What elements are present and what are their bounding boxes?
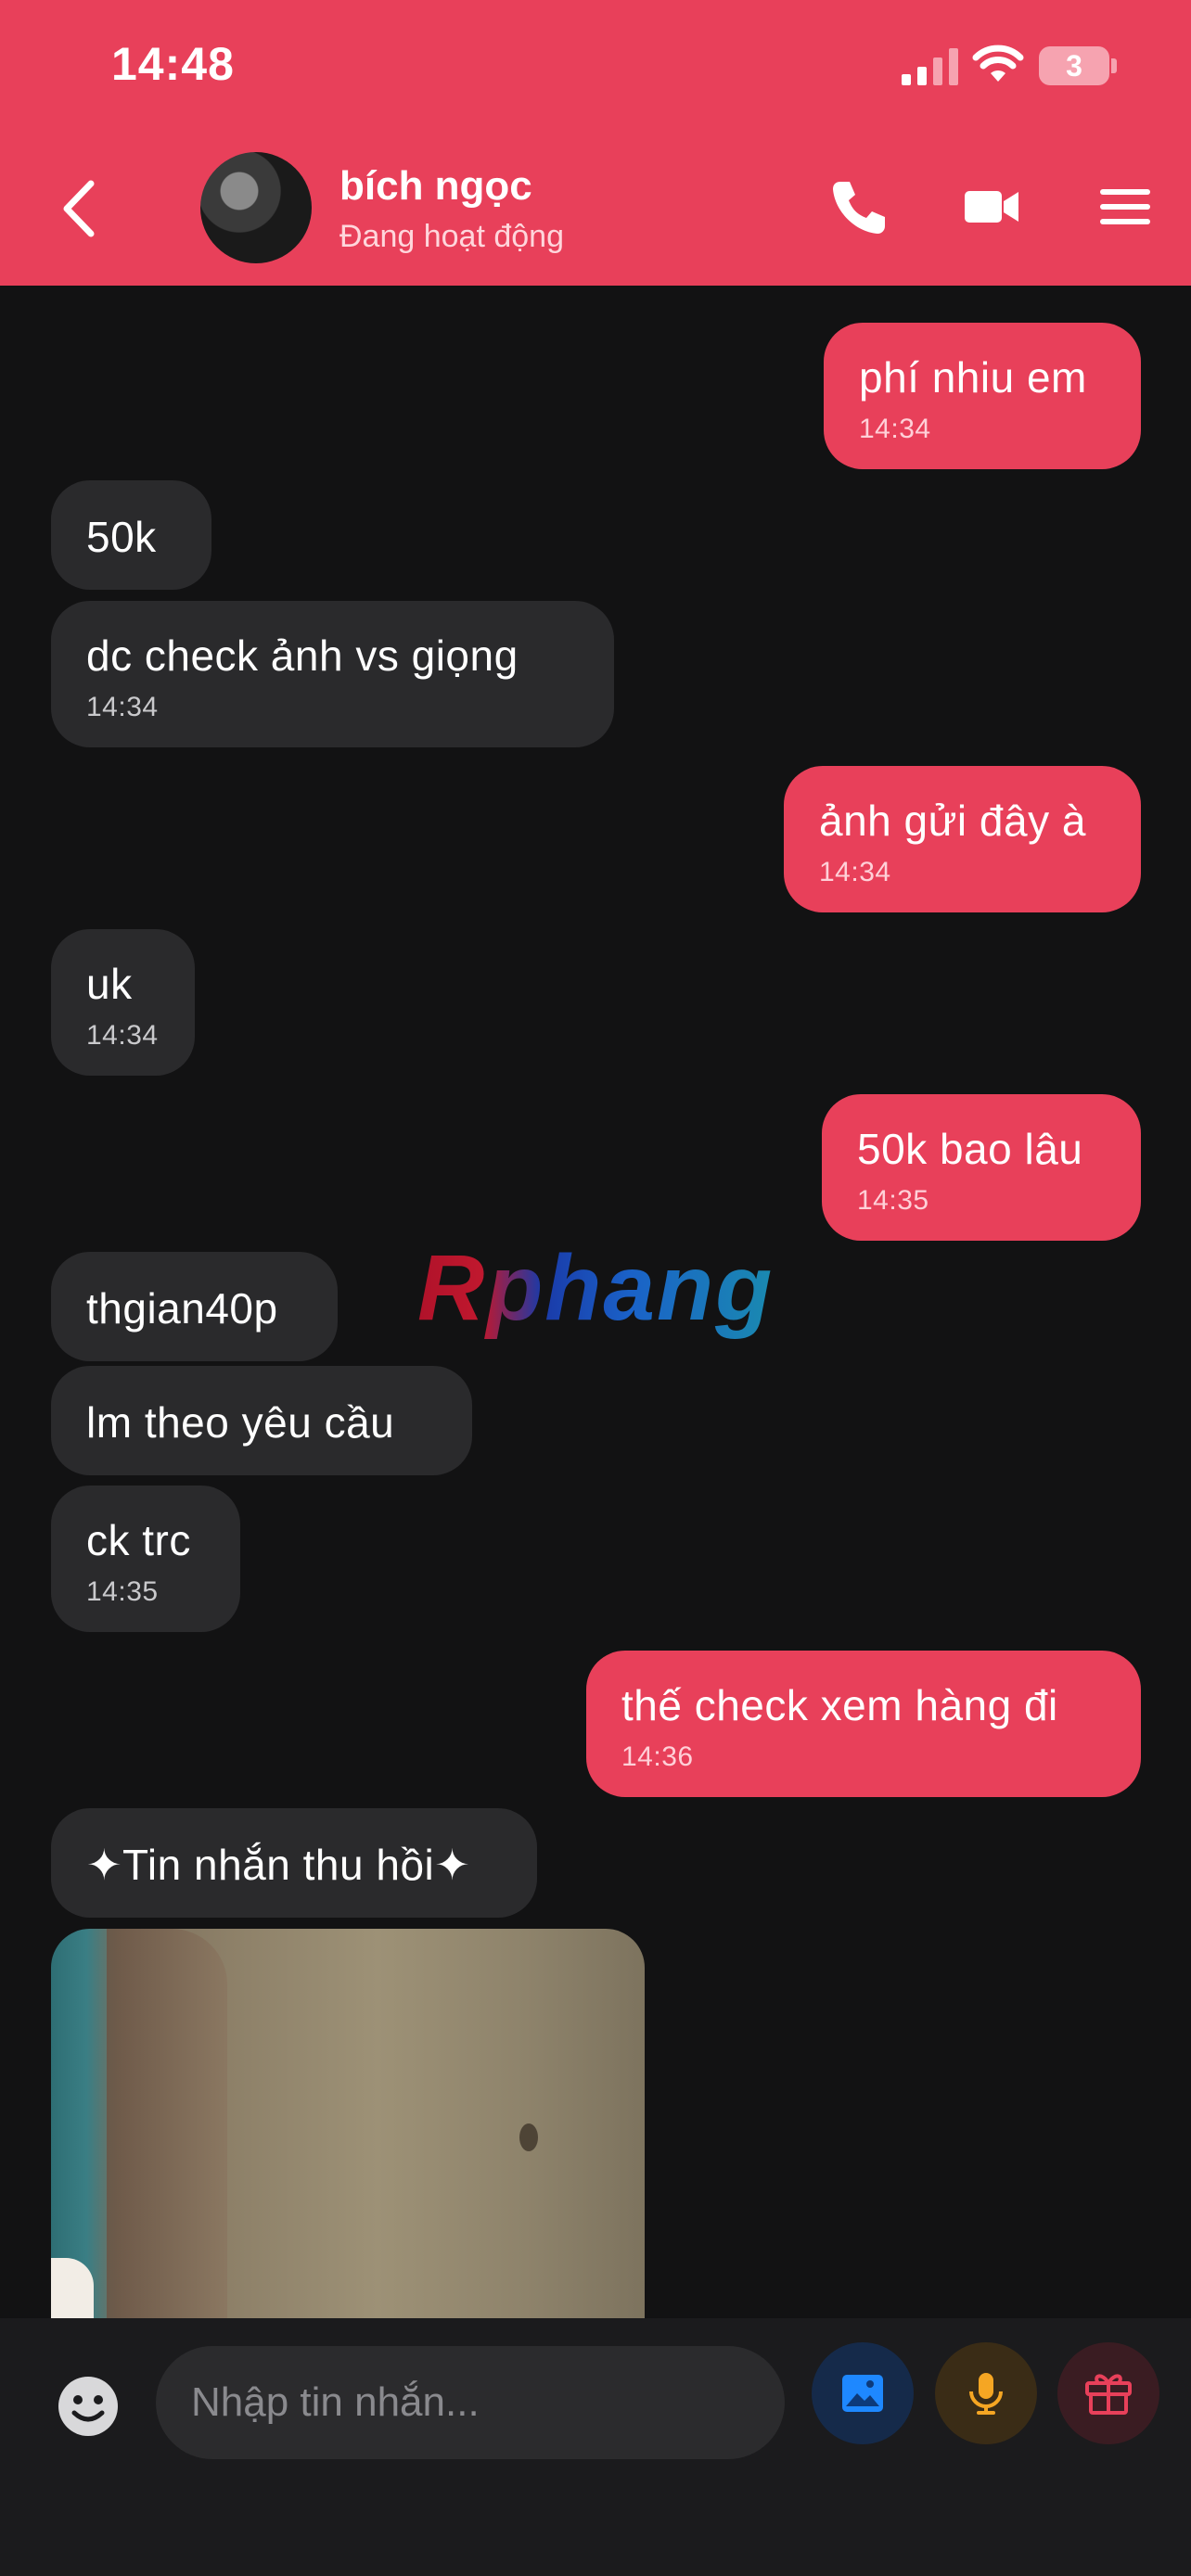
message-incoming[interactable]: lm theo yêu cầu	[51, 1366, 472, 1475]
image-icon	[842, 2375, 883, 2412]
photo-sticker	[51, 2258, 94, 2318]
message-text: phí nhiu em	[859, 353, 1087, 402]
menu-icon[interactable]	[1095, 176, 1156, 237]
message-time: 14:34	[819, 857, 891, 887]
recalled-message[interactable]: ✦Tin nhắn thu hồi✦	[51, 1808, 537, 1918]
message-outgoing[interactable]: ảnh gửi đây à 14:34	[784, 766, 1141, 912]
chat-header: 14:48 3 bích ngọc Đang hoạt động	[0, 0, 1191, 286]
message-text: ✦Tin nhắn thu hồi✦	[86, 1841, 471, 1889]
phone-icon[interactable]	[827, 176, 889, 237]
emoji-icon[interactable]	[56, 2374, 121, 2439]
cellular-signal-icon	[902, 48, 958, 85]
message-outgoing[interactable]: phí nhiu em 14:34	[824, 323, 1141, 469]
message-text: ck trc	[86, 1516, 191, 1564]
image-button[interactable]	[812, 2342, 914, 2444]
message-text: dc check ảnh vs giọng	[86, 631, 519, 680]
message-time: 14:34	[86, 1020, 159, 1051]
message-time: 14:36	[621, 1741, 694, 1772]
back-icon[interactable]	[56, 176, 102, 241]
message-text: thế check xem hàng đi	[621, 1681, 1058, 1729]
mic-button[interactable]	[935, 2342, 1037, 2444]
message-outgoing[interactable]: 50k bao lâu 14:35	[822, 1094, 1141, 1241]
status-time: 14:48	[111, 38, 235, 90]
photo-shading	[107, 1929, 227, 2318]
video-icon[interactable]	[961, 176, 1022, 237]
message-time: 14:34	[86, 692, 159, 722]
message-time: 14:35	[86, 1576, 159, 1607]
message-input[interactable]	[156, 2346, 785, 2459]
message-incoming[interactable]: 50k	[51, 480, 211, 590]
message-text: 50k	[86, 513, 157, 561]
message-incoming[interactable]: thgian40p	[51, 1252, 338, 1361]
message-incoming[interactable]: uk 14:34	[51, 929, 195, 1076]
photo-detail	[519, 2123, 538, 2151]
message-text: 50k bao lâu	[857, 1125, 1083, 1173]
photo-message[interactable]	[51, 1929, 645, 2318]
battery-indicator: 3	[1039, 46, 1109, 85]
gift-button[interactable]	[1057, 2342, 1159, 2444]
gift-icon	[1085, 2374, 1132, 2415]
message-text: ảnh gửi đây à	[819, 797, 1086, 845]
message-time: 14:35	[857, 1185, 929, 1216]
message-text: thgian40p	[86, 1284, 278, 1333]
watermark-logo: Rphang	[417, 1236, 775, 1340]
avatar[interactable]	[200, 152, 312, 263]
contact-status: Đang hoạt động	[339, 219, 564, 254]
contact-name[interactable]: bích ngọc	[339, 163, 532, 210]
message-text: uk	[86, 960, 133, 1008]
wifi-icon	[972, 45, 1024, 82]
message-text: lm theo yêu cầu	[86, 1398, 395, 1447]
message-incoming[interactable]: dc check ảnh vs giọng 14:34	[51, 601, 614, 747]
message-outgoing[interactable]: thế check xem hàng đi 14:36	[586, 1651, 1141, 1797]
battery-nub	[1111, 58, 1117, 73]
mic-icon	[969, 2373, 1003, 2415]
message-time: 14:34	[859, 414, 931, 444]
message-incoming[interactable]: ck trc 14:35	[51, 1486, 240, 1632]
